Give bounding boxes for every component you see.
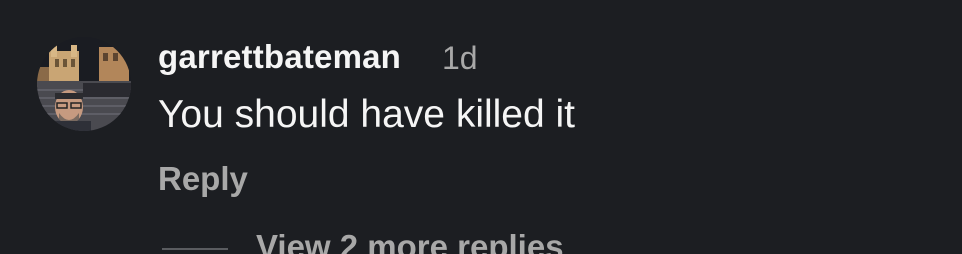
- comment-username[interactable]: garrettbateman: [158, 38, 401, 76]
- user-avatar[interactable]: [37, 37, 131, 131]
- comment-text: You should have killed it: [158, 93, 576, 136]
- reply-button[interactable]: Reply: [158, 160, 248, 198]
- replies-divider: [162, 248, 228, 250]
- comment-item: garrettbateman 1d You should have killed…: [0, 0, 962, 254]
- view-more-replies-button[interactable]: View 2 more replies: [256, 228, 564, 254]
- comment-timestamp: 1d: [442, 40, 478, 76]
- avatar-photo-icon: [37, 37, 131, 131]
